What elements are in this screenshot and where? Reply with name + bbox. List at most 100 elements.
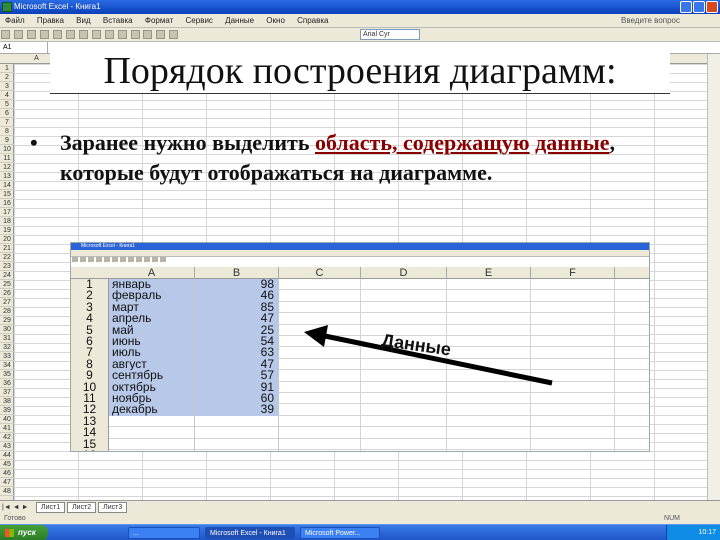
menu-format[interactable]: Формат — [140, 14, 178, 28]
bullet-part1: Заранее нужно выделить — [60, 130, 315, 155]
row-header[interactable]: 26 — [0, 289, 14, 298]
arrow-head-icon — [304, 325, 328, 347]
name-box[interactable]: A1 — [0, 42, 48, 54]
row-header[interactable]: 35 — [0, 370, 14, 379]
row-header[interactable]: 13 — [0, 172, 14, 181]
row-header[interactable]: 34 — [0, 361, 14, 370]
row-header[interactable]: 45 — [0, 460, 14, 469]
inset-column-header: F — [531, 267, 615, 279]
row-header[interactable]: 38 — [0, 397, 14, 406]
row-header[interactable]: 5 — [0, 100, 14, 109]
row-header[interactable]: 29 — [0, 316, 14, 325]
row-header[interactable]: 9 — [0, 136, 14, 145]
row-header[interactable]: 2 — [0, 73, 14, 82]
preview-icon[interactable] — [52, 30, 62, 39]
row-header[interactable]: 23 — [0, 262, 14, 271]
row-header[interactable]: 7 — [0, 118, 14, 127]
row-header[interactable]: 36 — [0, 379, 14, 388]
menu-help[interactable]: Справка — [292, 14, 333, 28]
row-header[interactable]: 1 — [0, 64, 14, 73]
row-header[interactable]: 40 — [0, 415, 14, 424]
spelling-icon[interactable] — [65, 30, 75, 39]
minimize-icon[interactable] — [680, 1, 692, 13]
help-question-box[interactable]: Введите вопрос — [621, 14, 680, 28]
row-header[interactable]: 27 — [0, 298, 14, 307]
slide-title: Порядок построения диаграмм: — [50, 48, 670, 94]
close-icon[interactable] — [706, 1, 718, 13]
row-header[interactable]: 37 — [0, 388, 14, 397]
inset-column-header: E — [447, 267, 531, 279]
print-icon[interactable] — [39, 30, 49, 39]
taskbar-item-powerpoint[interactable]: Microsoft Power... — [300, 527, 380, 539]
menu-file[interactable]: Файл — [0, 14, 30, 28]
inset-empty-cell — [279, 427, 361, 439]
taskbar-item-excel[interactable]: Microsoft Excel - Книга1 — [205, 527, 295, 539]
row-header[interactable]: 11 — [0, 154, 14, 163]
sheet-nav-arrows[interactable]: |◄ ◄ ► ►| — [2, 503, 34, 521]
row-header[interactable]: 8 — [0, 127, 14, 136]
sort-icon[interactable] — [156, 30, 166, 39]
row-header[interactable]: 41 — [0, 424, 14, 433]
row-header[interactable]: 48 — [0, 487, 14, 496]
row-header[interactable]: 19 — [0, 226, 14, 235]
maximize-icon[interactable] — [693, 1, 705, 13]
inset-empty-cell — [533, 415, 615, 428]
row-header[interactable]: 10 — [0, 145, 14, 154]
menu-edit[interactable]: Правка — [32, 14, 69, 28]
row-header[interactable]: 42 — [0, 433, 14, 442]
bullet-link-area[interactable]: область, содержащую — [315, 130, 530, 155]
row-header[interactable]: 6 — [0, 109, 14, 118]
row-header[interactable]: 43 — [0, 442, 14, 451]
row-header[interactable]: 21 — [0, 244, 14, 253]
chart-wizard-icon[interactable] — [169, 30, 179, 39]
paste-icon[interactable] — [104, 30, 114, 39]
row-header[interactable]: 31 — [0, 334, 14, 343]
row-header[interactable]: 17 — [0, 208, 14, 217]
open-icon[interactable] — [13, 30, 23, 39]
inset-row-number: 16 — [71, 449, 109, 451]
menu-data[interactable]: Данные — [220, 14, 259, 28]
row-header[interactable]: 30 — [0, 325, 14, 334]
sheet-tab-1[interactable]: Лист1 — [36, 502, 66, 513]
taskbar-item-other[interactable]: ... — [128, 527, 200, 539]
undo-icon[interactable] — [117, 30, 127, 39]
row-header[interactable]: 15 — [0, 190, 14, 199]
row-header[interactable]: 46 — [0, 469, 14, 478]
row-header[interactable]: 20 — [0, 235, 14, 244]
row-header[interactable]: 12 — [0, 163, 14, 172]
copy-icon[interactable] — [91, 30, 101, 39]
row-header[interactable]: 18 — [0, 217, 14, 226]
menu-view[interactable]: Вид — [71, 14, 95, 28]
save-icon[interactable] — [26, 30, 36, 39]
cut-icon[interactable] — [78, 30, 88, 39]
row-header[interactable]: 28 — [0, 307, 14, 316]
row-header[interactable]: 33 — [0, 352, 14, 361]
row-header[interactable]: 39 — [0, 406, 14, 415]
redo-icon[interactable] — [130, 30, 140, 39]
screen: Microsoft Excel - Книга1 Файл Правка Вид… — [0, 0, 720, 540]
row-header[interactable]: 32 — [0, 343, 14, 352]
vertical-scrollbar[interactable] — [707, 54, 720, 500]
menu-insert[interactable]: Вставка — [98, 14, 138, 28]
row-header[interactable]: 24 — [0, 271, 14, 280]
menu-window[interactable]: Окно — [261, 14, 290, 28]
bullet-link-data[interactable]: данные — [535, 130, 609, 155]
row-header[interactable]: 47 — [0, 478, 14, 487]
row-header[interactable]: 4 — [0, 91, 14, 100]
font-name-field[interactable]: Arial Cyr — [360, 29, 420, 40]
row-header[interactable]: 16 — [0, 199, 14, 208]
menu-tools[interactable]: Сервис — [181, 14, 218, 28]
row-header[interactable]: 22 — [0, 253, 14, 262]
standard-toolbar: Arial Cyr — [0, 28, 720, 42]
sheet-tab-3[interactable]: Лист3 — [98, 502, 128, 513]
sheet-tab-2[interactable]: Лист2 — [67, 502, 97, 513]
inset-empty-cell — [279, 404, 361, 416]
start-button[interactable]: пуск — [0, 525, 48, 540]
inset-empty-cell — [449, 427, 531, 439]
sum-icon[interactable] — [143, 30, 153, 39]
row-header[interactable]: 25 — [0, 280, 14, 289]
new-icon[interactable] — [1, 30, 10, 39]
row-header[interactable]: 44 — [0, 451, 14, 460]
row-header[interactable]: 14 — [0, 181, 14, 190]
row-header[interactable]: 3 — [0, 82, 14, 91]
